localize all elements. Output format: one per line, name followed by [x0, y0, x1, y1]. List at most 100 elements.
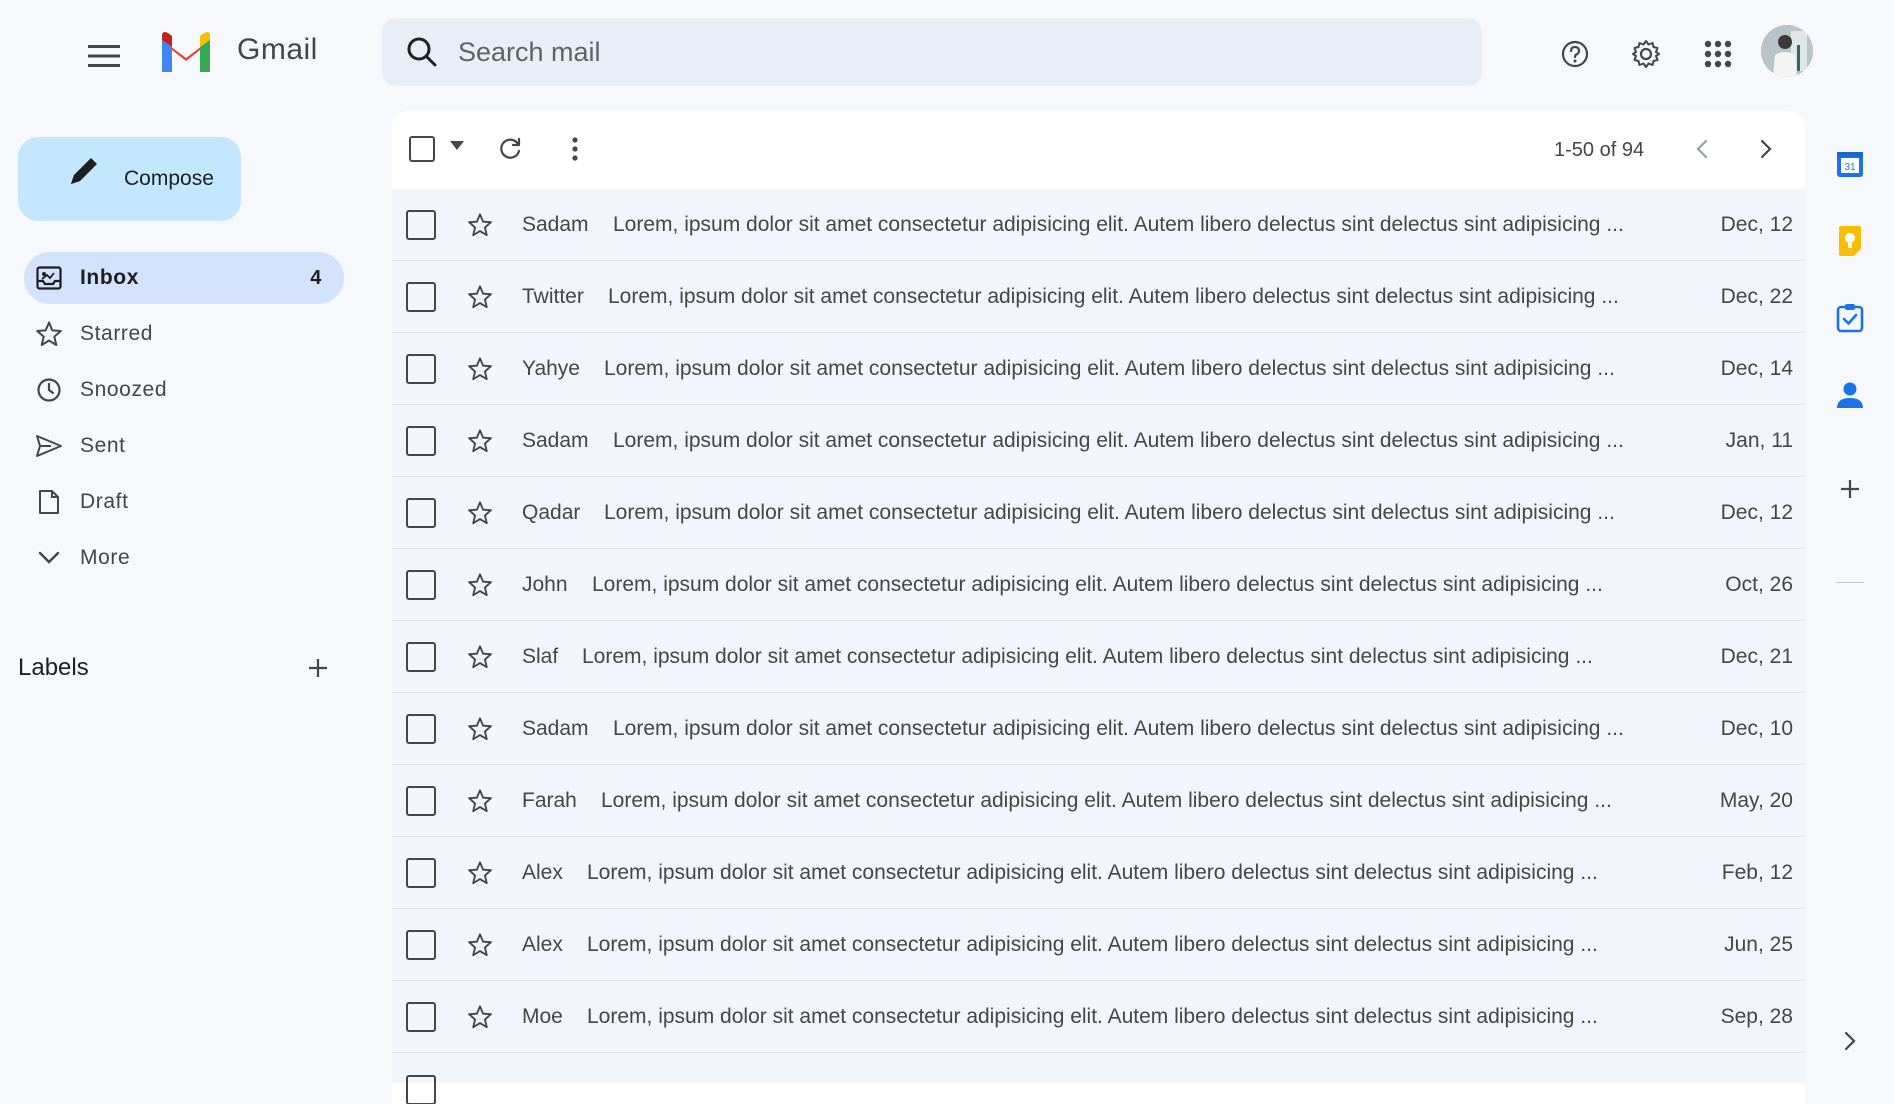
email-sender: Yahye — [522, 356, 580, 380]
email-sender: Twitter — [522, 284, 584, 308]
sidebar-item-label: Sent — [80, 434, 126, 457]
email-row[interactable]: Sadam Lorem, ipsum dolor sit amet consec… — [392, 693, 1805, 765]
row-checkbox[interactable] — [406, 1001, 436, 1032]
row-checkbox[interactable] — [406, 929, 436, 960]
email-date: Dec, 12 — [1720, 212, 1793, 236]
email-sender: Qadar — [522, 500, 581, 524]
star-icon[interactable] — [464, 209, 496, 241]
search-icon[interactable] — [400, 30, 444, 74]
send-icon — [34, 431, 64, 461]
draft-icon — [34, 487, 64, 517]
row-checkbox[interactable] — [406, 353, 436, 384]
sidebar-item-inbox[interactable]: Inbox 4 — [24, 252, 344, 304]
sidebar-nav: Inbox 4 Starred Snoozed Sent Draft More — [24, 252, 344, 588]
email-snippet: Lorem, ipsum dolor sit amet consectetur … — [608, 284, 1619, 308]
select-dropdown-icon[interactable] — [450, 141, 464, 150]
row-checkbox[interactable] — [406, 857, 436, 888]
chevron-right-icon[interactable] — [1744, 127, 1788, 171]
email-row[interactable]: Moe Lorem, ipsum dolor sit amet consecte… — [392, 981, 1805, 1053]
pagination-range: 1-50 of 94 — [1554, 139, 1645, 161]
star-icon[interactable] — [464, 929, 496, 961]
email-snippet: Lorem, ipsum dolor sit amet consectetur … — [604, 500, 1615, 524]
star-icon[interactable] — [464, 569, 496, 601]
email-date: Feb, 12 — [1721, 860, 1793, 884]
sidebar-item-draft[interactable]: Draft — [24, 476, 344, 528]
email-row[interactable]: Slaf Lorem, ipsum dolor sit amet consect… — [392, 621, 1805, 693]
email-sender: Sadam — [522, 716, 589, 740]
email-date: May, 20 — [1719, 788, 1793, 812]
main-menu-icon[interactable] — [80, 32, 128, 80]
compose-button[interactable]: Compose — [18, 137, 241, 221]
clock-icon — [34, 375, 64, 405]
row-checkbox[interactable] — [406, 425, 436, 456]
email-row[interactable] — [392, 1053, 1805, 1104]
row-checkbox[interactable] — [406, 641, 436, 672]
more-vert-icon[interactable] — [553, 127, 597, 171]
star-icon[interactable] — [464, 713, 496, 745]
apps-grid-icon[interactable] — [1694, 30, 1742, 78]
star-icon[interactable] — [464, 641, 496, 673]
row-checkbox[interactable] — [406, 785, 436, 816]
list-toolbar: 1-50 of 94 — [392, 111, 1805, 189]
select-all-checkbox[interactable] — [409, 136, 435, 162]
star-icon[interactable] — [464, 281, 496, 313]
email-snippet: Lorem, ipsum dolor sit amet consectetur … — [613, 428, 1624, 452]
add-label-icon[interactable] — [300, 650, 336, 686]
gmail-logo-icon[interactable] — [158, 30, 214, 74]
settings-gear-icon[interactable] — [1622, 30, 1670, 78]
email-row[interactable]: Sadam Lorem, ipsum dolor sit amet consec… — [392, 405, 1805, 477]
help-icon[interactable] — [1551, 30, 1599, 78]
row-checkbox[interactable] — [406, 497, 436, 528]
keep-icon[interactable] — [1826, 217, 1874, 265]
sidebar-item-label: More — [80, 546, 131, 569]
row-checkbox[interactable] — [406, 1075, 436, 1104]
email-row[interactable]: Alex Lorem, ipsum dolor sit amet consect… — [392, 837, 1805, 909]
email-sender: Slaf — [522, 644, 559, 668]
row-checkbox[interactable] — [406, 713, 436, 744]
unread-count: 4 — [310, 266, 322, 289]
labels-section: Labels — [18, 650, 336, 690]
row-checkbox[interactable] — [406, 281, 436, 312]
email-sender: Moe — [522, 1004, 563, 1028]
email-sender: Alex — [522, 932, 563, 956]
chevron-right-icon[interactable] — [1826, 1017, 1874, 1065]
row-checkbox[interactable] — [406, 569, 436, 600]
email-sender: Alex — [522, 860, 563, 884]
sidebar-item-starred[interactable]: Starred — [24, 308, 344, 360]
sidebar-item-sent[interactable]: Sent — [24, 420, 344, 472]
email-row[interactable]: Sadam Lorem, ipsum dolor sit amet consec… — [392, 189, 1805, 261]
calendar-icon[interactable]: 31 — [1826, 140, 1874, 188]
side-panel-divider — [1836, 582, 1864, 583]
email-snippet: Lorem, ipsum dolor sit amet consectetur … — [601, 788, 1612, 812]
sidebar-item-snoozed[interactable]: Snoozed — [24, 364, 344, 416]
refresh-icon[interactable] — [488, 127, 532, 171]
star-icon[interactable] — [464, 1001, 496, 1033]
email-date: Sep, 28 — [1720, 1004, 1793, 1028]
sidebar-item-more[interactable]: More — [24, 532, 344, 584]
email-row[interactable]: Farah Lorem, ipsum dolor sit amet consec… — [392, 765, 1805, 837]
email-row[interactable]: Yahye Lorem, ipsum dolor sit amet consec… — [392, 333, 1805, 405]
tasks-icon[interactable] — [1826, 294, 1874, 342]
row-checkbox[interactable] — [406, 209, 436, 240]
star-icon[interactable] — [464, 857, 496, 889]
email-row[interactable]: Twitter Lorem, ipsum dolor sit amet cons… — [392, 261, 1805, 333]
star-icon[interactable] — [464, 497, 496, 529]
email-sender: Sadam — [522, 428, 589, 452]
star-icon[interactable] — [464, 785, 496, 817]
star-icon[interactable] — [464, 353, 496, 385]
email-date: Dec, 10 — [1720, 716, 1793, 740]
sidebar-item-label: Starred — [80, 322, 154, 345]
chevron-left-icon[interactable] — [1680, 127, 1724, 171]
email-date: Dec, 21 — [1720, 644, 1793, 668]
sidebar-item-label: Snoozed — [80, 378, 168, 401]
email-row[interactable]: Qadar Lorem, ipsum dolor sit amet consec… — [392, 477, 1805, 549]
add-icon[interactable] — [1826, 465, 1874, 513]
email-row[interactable]: Alex Lorem, ipsum dolor sit amet consect… — [392, 909, 1805, 981]
contacts-icon[interactable] — [1826, 371, 1874, 419]
email-row[interactable]: John Lorem, ipsum dolor sit amet consect… — [392, 549, 1805, 621]
search-input[interactable] — [456, 35, 1360, 69]
email-date: Jan, 11 — [1725, 428, 1793, 452]
star-icon[interactable] — [464, 425, 496, 457]
user-avatar[interactable] — [1761, 25, 1813, 77]
search-bar[interactable] — [382, 18, 1482, 86]
